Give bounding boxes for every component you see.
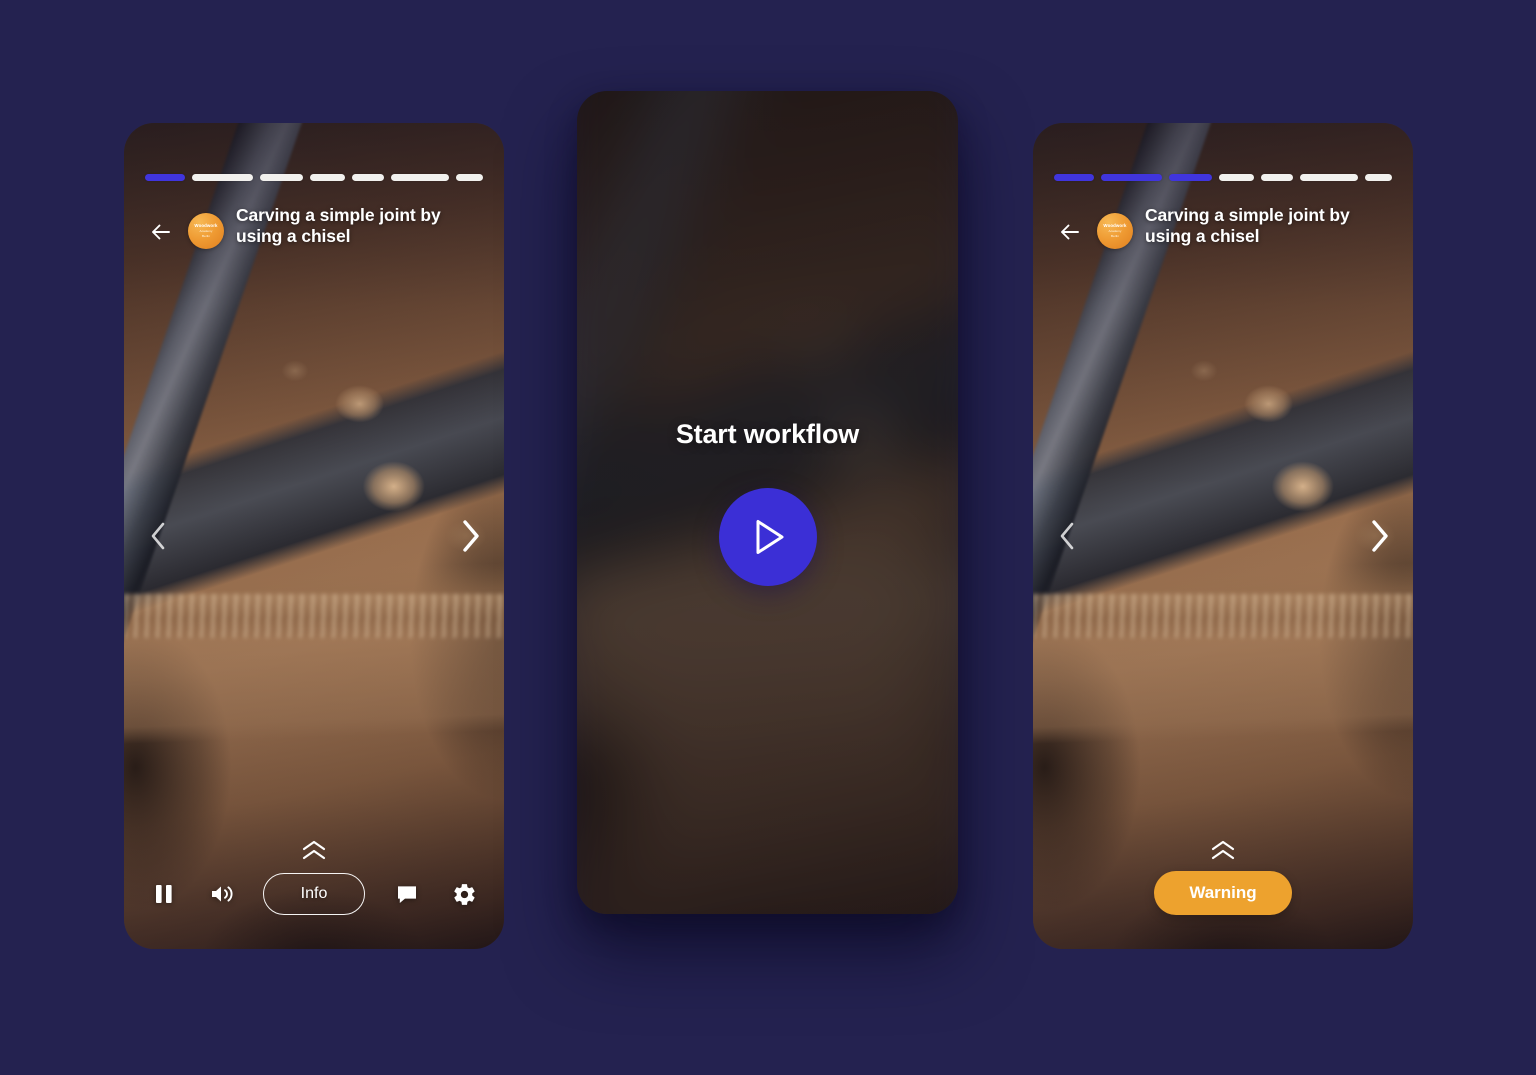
phone-screen-start-workflow: Start workflow: [577, 91, 958, 914]
avatar-brand-line3: Berlin: [1111, 233, 1119, 238]
start-workflow-layer: Start workflow: [577, 91, 958, 914]
player-header: Woodwork Academy Berlin Carving a simple…: [146, 202, 482, 249]
next-step-chevron-icon[interactable]: [450, 510, 490, 562]
info-button[interactable]: Info: [263, 873, 365, 915]
play-button[interactable]: [718, 488, 817, 586]
avatar-brand-logo: Woodwork Academy Berlin: [1097, 213, 1133, 249]
phone-screen-player-warning: Woodwork Academy Berlin Carving a simple…: [1033, 123, 1413, 949]
progress-segment-3[interactable]: [1168, 174, 1212, 181]
progress-segment-6[interactable]: [1299, 174, 1359, 181]
progress-segment-2[interactable]: [192, 174, 253, 181]
warning-bar: Warning: [1033, 871, 1413, 915]
avatar-brand-name: Woodwork: [194, 223, 218, 229]
progress-segment-4[interactable]: [1218, 174, 1255, 181]
chat-icon[interactable]: [391, 878, 423, 910]
progress-segment-3[interactable]: [259, 174, 303, 181]
page-title: Carving a simple joint by using a chisel: [1145, 205, 1350, 247]
pause-icon[interactable]: [148, 878, 180, 910]
step-progress-bar[interactable]: [1054, 174, 1392, 181]
progress-segment-4[interactable]: [309, 174, 346, 181]
start-workflow-heading: Start workflow: [675, 419, 860, 449]
previous-step-chevron-icon[interactable]: [138, 510, 178, 562]
progress-segment-6[interactable]: [390, 174, 450, 181]
mockup-stage: Woodwork Academy Berlin Carving a simple…: [0, 0, 1536, 1075]
progress-segment-7[interactable]: [456, 174, 483, 181]
next-step-chevron-icon[interactable]: [1359, 510, 1399, 562]
avatar-brand-line3: Berlin: [202, 233, 210, 238]
expand-chevron-up-icon[interactable]: [295, 837, 333, 863]
phone-screen-player-info: Woodwork Academy Berlin Carving a simple…: [124, 123, 504, 949]
progress-segment-2[interactable]: [1101, 174, 1162, 181]
player-control-bar: Info: [148, 873, 480, 915]
avatar-brand-line2: Academy: [199, 229, 213, 234]
player-header: Woodwork Academy Berlin Carving a simple…: [1055, 202, 1391, 249]
previous-step-chevron-icon[interactable]: [1047, 510, 1087, 562]
avatar-brand-line2: Academy: [1108, 229, 1122, 234]
expand-chevron-up-icon[interactable]: [1204, 837, 1242, 863]
step-progress-bar[interactable]: [145, 174, 483, 181]
warning-button[interactable]: Warning: [1154, 871, 1292, 915]
page-title: Carving a simple joint by using a chisel: [236, 205, 441, 247]
back-button[interactable]: [146, 217, 176, 247]
progress-segment-5[interactable]: [1261, 174, 1293, 181]
progress-segment-1[interactable]: [1054, 174, 1095, 181]
back-button[interactable]: [1055, 217, 1085, 247]
avatar-brand-name: Woodwork: [1103, 223, 1127, 229]
gear-icon[interactable]: [448, 878, 480, 910]
progress-segment-1[interactable]: [145, 174, 186, 181]
progress-segment-7[interactable]: [1365, 174, 1392, 181]
volume-icon[interactable]: [206, 878, 238, 910]
avatar-brand-logo: Woodwork Academy Berlin: [188, 213, 224, 249]
progress-segment-5[interactable]: [352, 174, 384, 181]
